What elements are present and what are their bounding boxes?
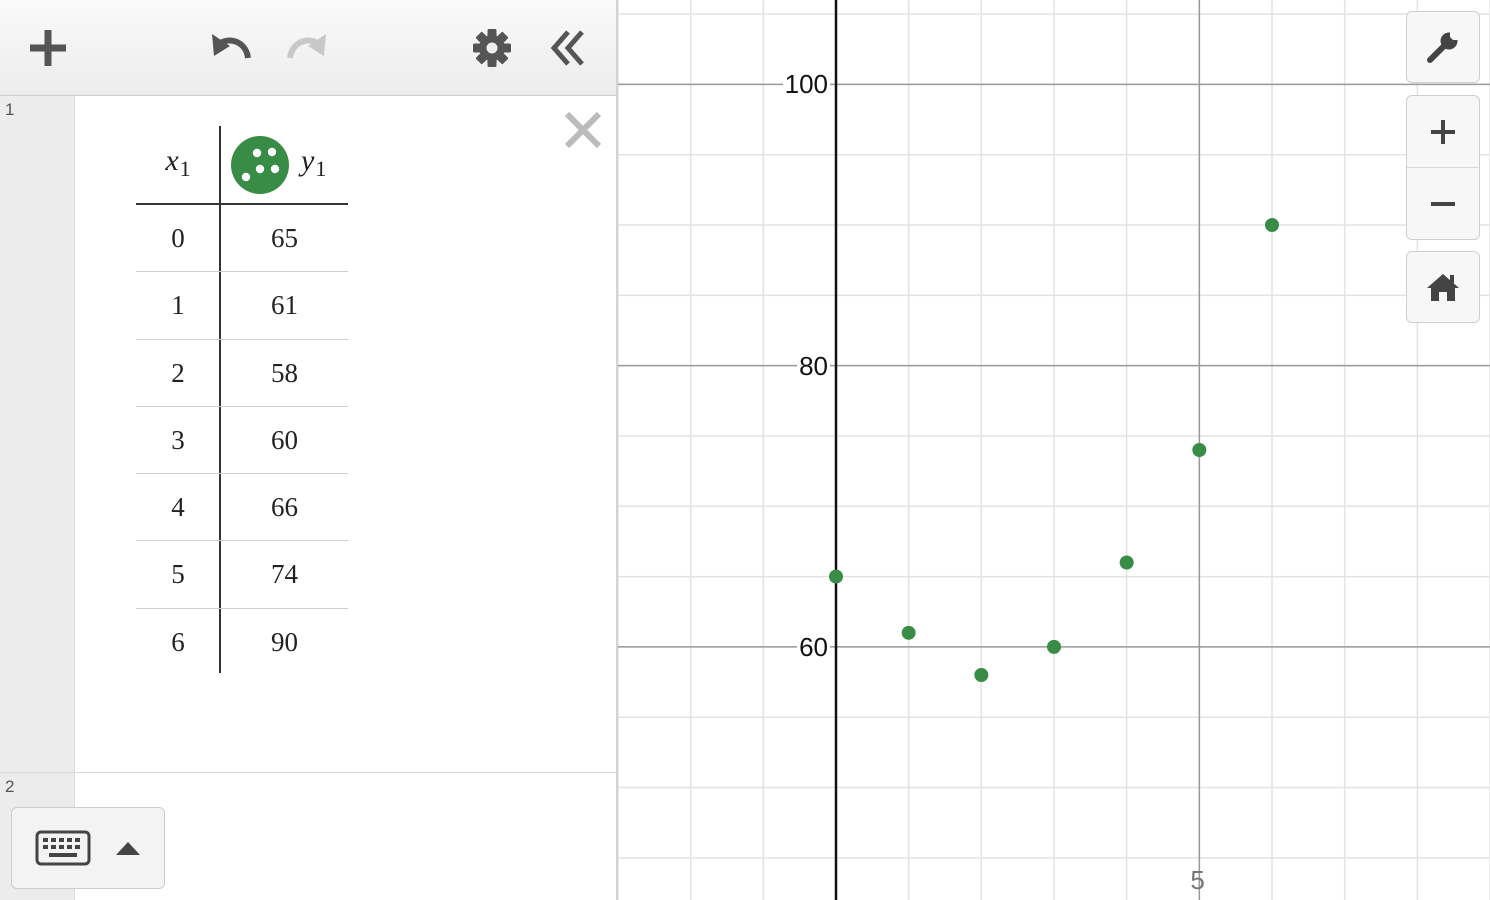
table-cell-x[interactable]: 5 [136, 541, 220, 608]
table-row: 4 66 [136, 474, 348, 542]
delete-expression-button[interactable] [561, 108, 605, 152]
expression-index: 1 [5, 100, 15, 119]
gear-icon [473, 29, 511, 67]
table-row: 5 74 [136, 541, 348, 609]
x-tick-label: 5 [1190, 865, 1205, 895]
y-tick-label: 60 [797, 631, 830, 662]
y-tick-label: 100 [782, 69, 830, 100]
table-cell-y[interactable]: 58 [221, 340, 348, 407]
keyboard-icon [35, 830, 91, 866]
collapse-icon [550, 30, 584, 66]
plus-icon [30, 30, 66, 66]
table-row: 6 90 [136, 609, 348, 676]
wrench-icon [1427, 31, 1459, 63]
data-point [1047, 639, 1061, 654]
data-point [1265, 218, 1279, 232]
data-point [1192, 443, 1207, 457]
graph-settings-button[interactable] [1406, 11, 1480, 83]
column-header-x[interactable]: x1 [136, 144, 220, 182]
redo-icon [287, 34, 326, 59]
zoom-in-button[interactable] [1407, 96, 1479, 167]
y-tick-label: 80 [797, 350, 830, 381]
add-item-button[interactable] [18, 18, 78, 78]
redo-button[interactable] [278, 18, 338, 78]
data-point [901, 625, 916, 640]
zoom-out-button[interactable] [1407, 168, 1479, 239]
table-cell-y[interactable]: 90 [221, 609, 348, 676]
collapse-panel-button[interactable] [538, 18, 598, 78]
table-body: 0 65 1 61 2 58 3 60 4 66 5 74 6 90 [136, 205, 348, 676]
zoom-out-icon [1431, 201, 1455, 206]
table-cell-y[interactable]: 60 [221, 407, 348, 474]
expression-toolbar [0, 0, 616, 96]
zoom-controls [1406, 95, 1480, 240]
table-header: x1 y1 [136, 126, 348, 205]
expression-panel: 1 x1 y1 0 65 1 61 2 58 3 60 4 66 5 74 6 90 [0, 0, 616, 900]
table-row: 3 60 [136, 407, 348, 475]
undo-button[interactable] [200, 18, 260, 78]
table-row: 0 65 [136, 205, 348, 273]
default-viewport-button[interactable] [1406, 251, 1480, 323]
home-icon [1427, 274, 1459, 301]
table-cell-x[interactable]: 0 [136, 205, 220, 272]
series-style-button[interactable] [231, 136, 289, 194]
column-header-y[interactable]: y1 [301, 144, 326, 182]
data-point [1119, 555, 1134, 570]
zoom-in-icon [1431, 119, 1455, 144]
table-cell-y[interactable]: 65 [221, 205, 348, 272]
settings-button[interactable] [462, 18, 522, 78]
undo-icon [212, 34, 251, 59]
data-point [829, 569, 843, 584]
table-cell-x[interactable]: 4 [136, 474, 220, 541]
table-cell-x[interactable]: 1 [136, 272, 220, 339]
table-cell-y[interactable]: 61 [221, 272, 348, 339]
data-point [974, 668, 989, 682]
table-cell-y[interactable]: 66 [221, 474, 348, 541]
table-cell-y[interactable]: 74 [221, 541, 348, 608]
data-table: x1 y1 0 65 1 61 2 58 3 60 4 66 5 74 6 90 [136, 126, 348, 676]
graph-canvas [618, 0, 1490, 900]
expression-gutter[interactable]: 1 [0, 96, 75, 772]
caret-up-icon [116, 842, 140, 855]
table-cell-x[interactable]: 2 [136, 340, 220, 407]
expression-index: 2 [5, 777, 15, 796]
table-row: 1 61 [136, 272, 348, 340]
table-cell-x[interactable]: 3 [136, 407, 220, 474]
close-icon [564, 111, 602, 149]
graph-paper[interactable]: 60 80 100 5 [618, 0, 1490, 900]
keyboard-toggle-button[interactable] [11, 807, 165, 889]
table-row: 2 58 [136, 340, 348, 407]
table-cell-x[interactable]: 6 [136, 609, 220, 676]
points-style-icon [231, 136, 289, 194]
